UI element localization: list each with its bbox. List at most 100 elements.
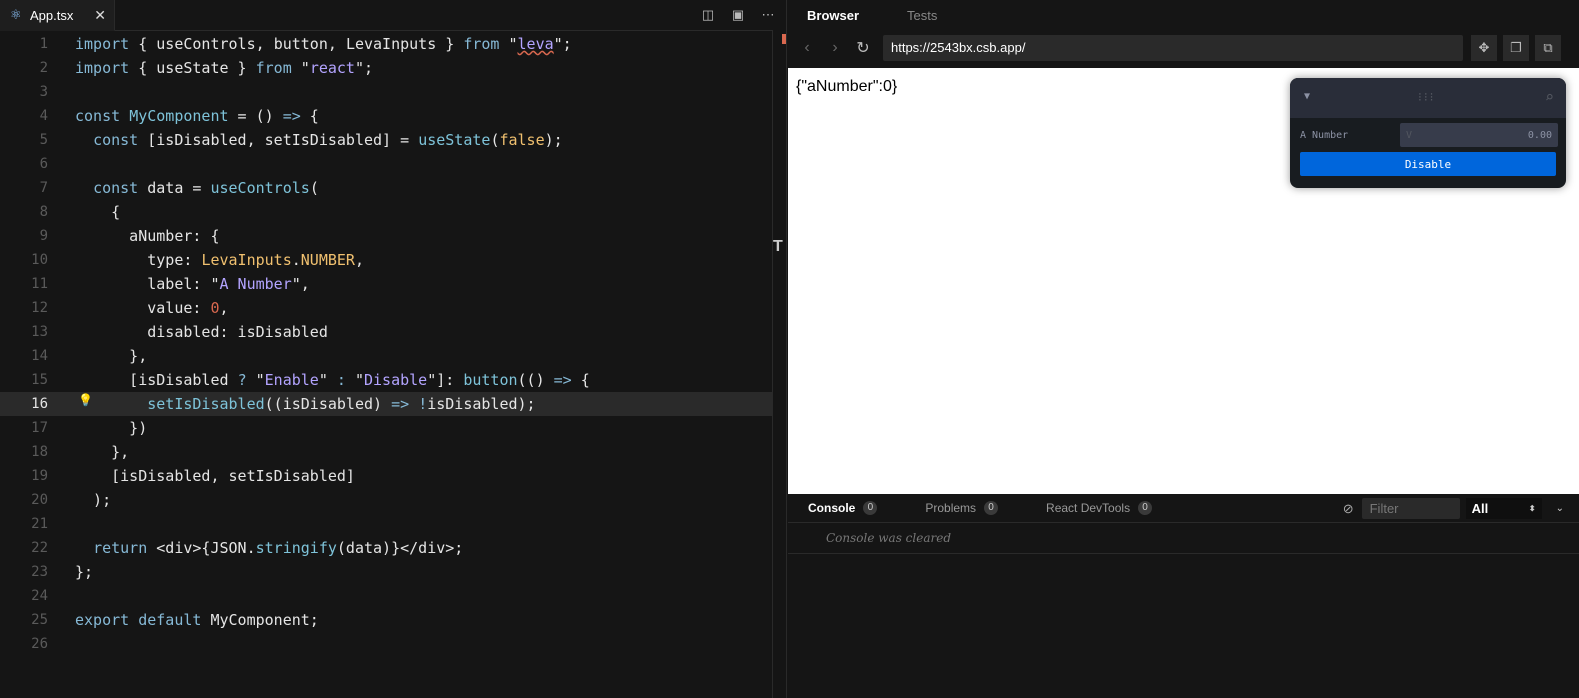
browser-viewport: {"aNumber":0} ▼ ⁝⁝⁝ ⌕ A Number V 0.00 Di… [788, 68, 1579, 494]
code-token: "; [553, 35, 572, 53]
code-token: default [138, 611, 202, 629]
code-token: value: 0, [75, 296, 228, 320]
lightbulb-icon[interactable]: 💡 [78, 393, 93, 407]
code-token: setIsDisabled [147, 395, 265, 413]
code-token: stringify [255, 539, 337, 557]
code-token: disabled: isDisabled [75, 323, 328, 341]
preview-pane: Browser Tests ‹ › ↻ https://2543bx.csb.a… [786, 0, 1579, 698]
code-token: ); [75, 488, 111, 512]
code-token: label: " [75, 275, 220, 293]
line-number: 21 [31, 516, 48, 532]
code-token: useState [418, 131, 491, 149]
tab-label: Problems [925, 501, 977, 515]
line-number: 8 [39, 204, 48, 220]
number-input[interactable]: V 0.00 [1400, 123, 1558, 147]
code-token: ); [544, 131, 563, 149]
code-token: " [246, 371, 265, 389]
code-token: } [436, 35, 464, 53]
code-token: export default MyComponent; [75, 608, 319, 632]
code-line-active: 16 setIsDisabled((isDisabled) => !isDisa… [0, 392, 772, 416]
code-area[interactable]: 1 import { useControls, button, LevaInput… [0, 32, 772, 656]
code-line: 20 ); [0, 488, 772, 512]
clear-console-icon[interactable]: ⊘ [1343, 501, 1354, 517]
line-number: 4 [39, 108, 48, 124]
label: All [1471, 501, 1489, 516]
code-token: value: [75, 299, 211, 317]
code-line: 3 [0, 80, 772, 104]
leva-row-number: A Number V 0.00 [1290, 118, 1566, 152]
code-token: return [93, 539, 148, 557]
count-badge: 0 [863, 501, 878, 515]
code-token: isDisabled); [427, 395, 536, 413]
code-line: 23}; [0, 560, 772, 584]
line-number: 15 [31, 372, 48, 388]
close-icon[interactable]: ✕ [94, 7, 106, 24]
code-token: react [309, 59, 355, 77]
editor-scrollbar[interactable] [772, 30, 787, 698]
line-number: 10 [31, 252, 48, 268]
tab-react-devtools[interactable]: React DevTools 0 [1046, 501, 1153, 515]
leva-titlebar[interactable]: ▼ ⁝⁝⁝ ⌕ [1290, 78, 1566, 118]
code-line: 12 value: 0, [0, 296, 772, 320]
tab-console[interactable]: Console 0 [808, 501, 878, 515]
devtools-icon[interactable]: ✥ [1471, 35, 1497, 61]
browser-navbar: ‹ › ↻ https://2543bx.csb.app/ ✥ ❐ ⧉ [787, 30, 1579, 66]
log-level-select[interactable]: All ⬍ [1465, 498, 1542, 519]
line-number: 22 [31, 540, 48, 556]
url-bar[interactable]: https://2543bx.csb.app/ [883, 35, 1463, 61]
line-number: 18 [31, 444, 48, 460]
more-icon[interactable]: ⋯ [758, 6, 778, 24]
code-line: 21 [0, 512, 772, 536]
console-panel: Console 0 Problems 0 React DevTools 0 ⊘ Fil… [788, 494, 1579, 698]
forward-icon[interactable]: › [821, 34, 849, 62]
code-token: ); [75, 491, 112, 509]
code-token: from [463, 35, 500, 53]
code-token: aNumber: { [75, 224, 219, 248]
preview-icon[interactable]: ▣ [728, 6, 748, 24]
line-number: 20 [31, 492, 48, 508]
number-value: 0.00 [1527, 129, 1552, 141]
code-token: { [129, 59, 157, 77]
copy-icon[interactable]: ❐ [1503, 35, 1529, 61]
code-token: , [354, 251, 364, 269]
editor-tabbar: ⚛ App.tsx ✕ ◫ ▣ ⋯ [0, 0, 786, 31]
code-token: }, [75, 344, 147, 368]
line-number: 6 [39, 156, 48, 172]
tab-browser[interactable]: Browser [807, 8, 859, 23]
code-token: MyComponent; [201, 611, 319, 629]
code-line: 8 { [0, 200, 772, 224]
editor-tab-app[interactable]: ⚛ App.tsx ✕ [0, 0, 115, 31]
drag-handle-icon[interactable]: ⁝⁝⁝ [1418, 90, 1435, 104]
new-window-icon[interactable]: ⧉ [1535, 35, 1561, 61]
line-number: 9 [39, 228, 48, 244]
code-token: " [345, 371, 364, 389]
refresh-icon[interactable]: ↻ [849, 34, 877, 62]
tab-tests[interactable]: Tests [907, 8, 937, 23]
code-token: import [75, 59, 130, 77]
search-icon[interactable]: ⌕ [1545, 88, 1554, 106]
code-token: }; [75, 560, 93, 584]
code-token: export [75, 611, 130, 629]
code-token: data = [138, 179, 211, 197]
split-icon[interactable]: ◫ [698, 6, 718, 24]
code-line: 11 label: "A Number", [0, 272, 772, 296]
chevron-down-icon[interactable]: ▼ [1304, 91, 1310, 102]
code-token: 0 [210, 299, 220, 317]
code-line: 4 const MyComponent = () => { [0, 104, 772, 128]
code-token: " [291, 59, 310, 77]
code-token: useControls [156, 35, 256, 53]
code-line: 15 [isDisabled ? "Enable" : "Disable"]: … [0, 368, 772, 392]
back-icon[interactable]: ‹ [793, 34, 821, 62]
disable-button[interactable]: Disable [1300, 152, 1556, 176]
code-token: LevaInputs [345, 35, 437, 53]
code-token: useState [156, 59, 229, 77]
code-token: const [isDisabled, setIsDisabled] = useS… [75, 128, 563, 152]
code-token: import { useState } from "react"; [75, 56, 373, 80]
code-line: 6 [0, 152, 772, 176]
filter-input[interactable]: Filter [1361, 498, 1460, 519]
tab-problems[interactable]: Problems 0 [925, 501, 999, 515]
chevron-down-icon[interactable]: ⌄ [1556, 503, 1564, 514]
